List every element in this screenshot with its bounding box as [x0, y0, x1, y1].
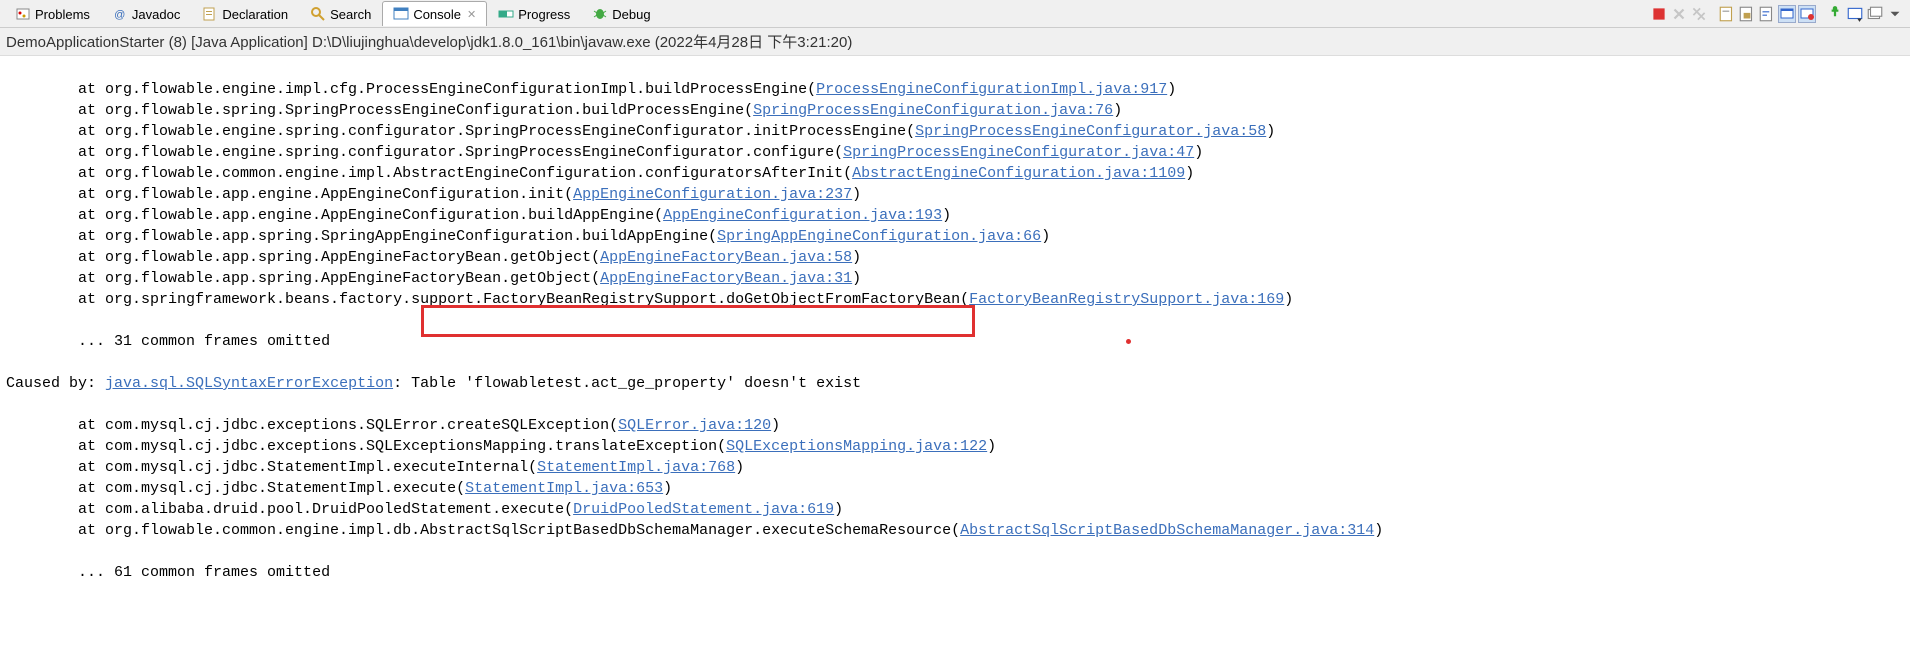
stack-frame: at org.springframework.beans.factory.sup…	[6, 289, 1904, 310]
stack-frame: at org.flowable.app.spring.AppEngineFact…	[6, 268, 1904, 289]
remove-all-launches-button[interactable]	[1690, 5, 1708, 23]
stack-frame: at com.alibaba.druid.pool.DruidPooledSta…	[6, 499, 1904, 520]
tab-javadoc[interactable]: @ Javadoc	[101, 1, 191, 26]
progress-icon	[498, 6, 514, 22]
source-link[interactable]: AppEngineFactoryBean.java:31	[600, 270, 852, 287]
stack-frame: at org.flowable.engine.spring.configurat…	[6, 142, 1904, 163]
source-link[interactable]: StatementImpl.java:653	[465, 480, 663, 497]
tab-problems[interactable]: Problems	[4, 1, 101, 26]
source-link[interactable]: FactoryBeanRegistrySupport.java:169	[969, 291, 1284, 308]
console-toolbar	[1650, 5, 1910, 23]
tab-label: Problems	[35, 7, 90, 22]
stack-frame: at org.flowable.common.engine.impl.Abstr…	[6, 163, 1904, 184]
open-console-button[interactable]	[1866, 5, 1884, 23]
caused-by-line: Caused by: java.sql.SQLSyntaxErrorExcept…	[6, 373, 1904, 394]
console-output[interactable]: at org.flowable.engine.impl.cfg.ProcessE…	[0, 56, 1910, 648]
debug-icon	[592, 6, 608, 22]
search-icon	[310, 6, 326, 22]
declaration-icon	[202, 6, 218, 22]
stack-frame: at com.mysql.cj.jdbc.exceptions.SQLExcep…	[6, 436, 1904, 457]
stack-frame: at org.flowable.spring.SpringProcessEngi…	[6, 100, 1904, 121]
tab-declaration[interactable]: Declaration	[191, 1, 299, 26]
source-link[interactable]: SQLError.java:120	[618, 417, 771, 434]
svg-text:@: @	[114, 9, 125, 21]
source-link[interactable]: StatementImpl.java:768	[537, 459, 735, 476]
show-console-on-stdout-button[interactable]	[1778, 5, 1796, 23]
tab-label: Javadoc	[132, 7, 180, 22]
tab-label: Search	[330, 7, 371, 22]
word-wrap-button[interactable]	[1758, 5, 1776, 23]
stack-frame: at org.flowable.app.spring.AppEngineFact…	[6, 247, 1904, 268]
source-link[interactable]: SpringAppEngineConfiguration.java:66	[717, 228, 1041, 245]
stack-frame: at org.flowable.app.engine.AppEngineConf…	[6, 205, 1904, 226]
tab-label: Progress	[518, 7, 570, 22]
console-icon	[393, 6, 409, 22]
source-link[interactable]: DruidPooledStatement.java:619	[573, 501, 834, 518]
stack-frame: at com.mysql.cj.jdbc.StatementImpl.execu…	[6, 478, 1904, 499]
clear-console-button[interactable]	[1718, 5, 1736, 23]
source-link[interactable]: SpringProcessEngineConfigurator.java:58	[915, 123, 1266, 140]
pin-console-button[interactable]	[1826, 5, 1844, 23]
tab-label: Debug	[612, 7, 650, 22]
source-link[interactable]: AbstractSqlScriptBasedDbSchemaManager.ja…	[960, 522, 1374, 539]
problems-icon	[15, 6, 31, 22]
source-link[interactable]: SpringProcessEngineConfiguration.java:76	[753, 102, 1113, 119]
source-link[interactable]: AppEngineConfiguration.java:237	[573, 186, 852, 203]
tab-search[interactable]: Search	[299, 1, 382, 26]
source-link[interactable]: AppEngineConfiguration.java:193	[663, 207, 942, 224]
remove-launch-button[interactable]	[1670, 5, 1688, 23]
javadoc-icon: @	[112, 6, 128, 22]
show-console-on-stderr-button[interactable]	[1798, 5, 1816, 23]
stack-frame: at org.flowable.app.spring.SpringAppEngi…	[6, 226, 1904, 247]
launch-header: DemoApplicationStarter (8) [Java Applica…	[0, 28, 1910, 56]
source-link[interactable]: SQLExceptionsMapping.java:122	[726, 438, 987, 455]
tab-label: Console	[413, 7, 461, 22]
stack-frame: at org.flowable.app.engine.AppEngineConf…	[6, 184, 1904, 205]
scroll-lock-button[interactable]	[1738, 5, 1756, 23]
close-icon[interactable]: ✕	[467, 8, 476, 21]
stack-frame: at org.flowable.common.engine.impl.db.Ab…	[6, 520, 1904, 541]
exception-class-link[interactable]: java.sql.SQLSyntaxErrorException	[105, 375, 393, 392]
source-link[interactable]: SpringProcessEngineConfigurator.java:47	[843, 144, 1194, 161]
frames-omitted: ... 61 common frames omitted	[6, 564, 330, 581]
terminate-button[interactable]	[1650, 5, 1668, 23]
tab-console[interactable]: Console ✕	[382, 1, 487, 26]
view-tab-bar: Problems @ Javadoc Declaration Search Co…	[0, 0, 1910, 28]
source-link[interactable]: AbstractEngineConfiguration.java:1109	[852, 165, 1185, 182]
tab-progress[interactable]: Progress	[487, 1, 581, 26]
marker-dot	[1126, 339, 1131, 344]
stack-frame: at org.flowable.engine.spring.configurat…	[6, 121, 1904, 142]
tab-label: Declaration	[222, 7, 288, 22]
frames-omitted: ... 31 common frames omitted	[6, 333, 330, 350]
source-link[interactable]: AppEngineFactoryBean.java:58	[600, 249, 852, 266]
tab-debug[interactable]: Debug	[581, 1, 661, 26]
stack-frame: at com.mysql.cj.jdbc.exceptions.SQLError…	[6, 415, 1904, 436]
stack-frame: at com.mysql.cj.jdbc.StatementImpl.execu…	[6, 457, 1904, 478]
display-selected-console-button[interactable]	[1846, 5, 1864, 23]
view-menu-button[interactable]	[1886, 5, 1904, 23]
source-link[interactable]: ProcessEngineConfigurationImpl.java:917	[816, 81, 1167, 98]
stack-frame: at org.flowable.engine.impl.cfg.ProcessE…	[6, 79, 1904, 100]
